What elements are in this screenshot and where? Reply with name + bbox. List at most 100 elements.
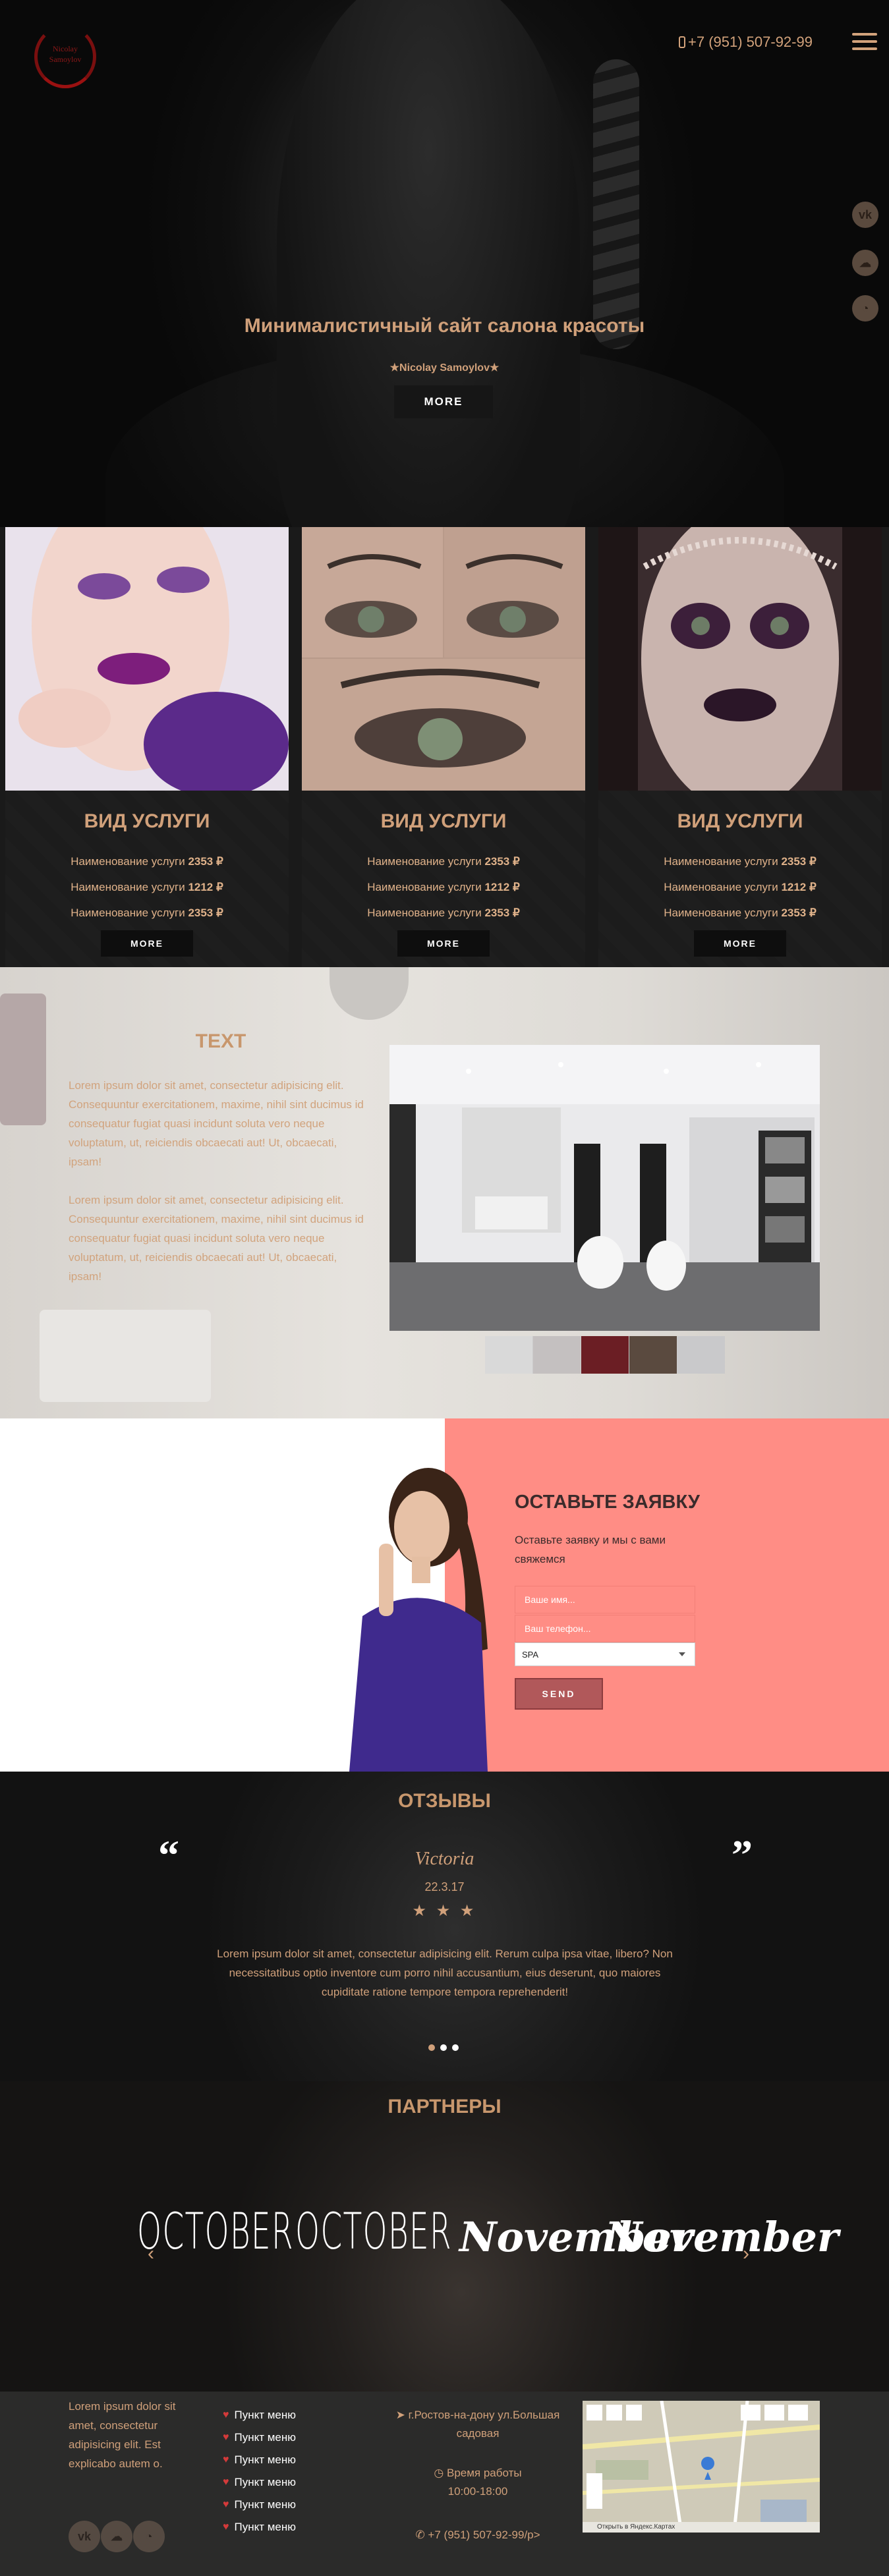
service-row: Наименование услуги 2353 ₽ (367, 855, 520, 868)
service-row: Наименование услуги 1212 ₽ (367, 881, 520, 893)
salon-interior-image[interactable] (389, 1045, 820, 1331)
gallery-thumbnail[interactable] (485, 1336, 533, 1374)
request-title: ОСТАВЬТЕ ЗАЯВКУ (515, 1492, 700, 1513)
background-blur (0, 994, 46, 1125)
pagination-dot[interactable] (440, 2044, 447, 2051)
soundcloud-icon[interactable]: ☁ (101, 2521, 132, 2552)
footer-hours: 10:00-18:00 (447, 2485, 508, 2498)
review-text: Lorem ipsum dolor sit amet, consectetur … (217, 1947, 673, 1998)
footer-menu-item[interactable]: ♥ Пункт меню (223, 2409, 296, 2422)
about-paragraph: Lorem ipsum dolor sit amet, consectetur … (69, 1194, 364, 1283)
reviewer-name: Victoria (415, 1849, 474, 1869)
heart-icon: ♥ (223, 2454, 229, 2465)
hero-section: Nicolay Samoylov +7 (951) 507-92-99 vk ☁… (0, 0, 889, 527)
service-card: ВИД УСЛУГИ Наименование услуги 2353 ₽ На… (302, 527, 585, 967)
service-select[interactable]: SPA (515, 1642, 695, 1666)
clock-icon: ◷ (434, 2467, 444, 2479)
hero-model-image (277, 0, 580, 527)
footer-menu-item[interactable]: ♥ Пункт меню (223, 2431, 296, 2444)
footer-menu-item[interactable]: ♥ Пункт меню (223, 2476, 296, 2489)
service-card: ВИД УСЛУГИ Наименование услуги 2353 ₽ На… (5, 527, 289, 967)
heart-icon: ♥ (223, 2499, 229, 2510)
header-phone[interactable]: +7 (951) 507-92-99 (679, 34, 813, 51)
woman-shush-image (349, 1468, 488, 1772)
hamburger-icon[interactable] (852, 33, 877, 50)
service-title: ВИД УСЛУГИ (84, 810, 210, 832)
heart-icon: ♥ (223, 2409, 229, 2421)
github-icon[interactable]: ◔ (133, 2521, 165, 2552)
hero-more-button[interactable]: MORE (394, 385, 493, 418)
chevron-down-icon (679, 1652, 685, 1656)
partners-section: ПАРТНЕРЫ OCTOBER OCTOBER November Novemb… (0, 2081, 889, 2392)
service-more-button[interactable]: MORE (397, 930, 490, 957)
service-row: Наименование услуги 1212 ₽ (664, 881, 817, 893)
reviews-title: ОТЗЫВЫ (398, 1790, 491, 1812)
service-image-eyes (302, 527, 585, 791)
phone-icon: ✆ (415, 2529, 425, 2541)
footer-menu-item[interactable]: ♥ Пункт меню (223, 2521, 296, 2534)
footer-menu-item[interactable]: ♥ Пункт меню (223, 2498, 296, 2511)
gallery-thumbnails (485, 1336, 725, 1374)
footer-text: Lorem ipsum dolor sit amet, consectetur … (69, 2400, 176, 2470)
service-title: ВИД УСЛУГИ (677, 810, 803, 832)
heart-icon: ♥ (223, 2477, 229, 2488)
request-section: ОСТАВЬТЕ ЗАЯВКУ Оставьте заявку и мы с в… (0, 1418, 889, 1772)
map-widget[interactable]: Открыть в Яндекс.Картах (583, 2401, 820, 2533)
partners-title: ПАРТНЕРЫ (387, 2096, 502, 2117)
service-select-value: SPA (522, 1649, 539, 1660)
name-input[interactable] (515, 1586, 695, 1613)
hero-author: ★Nicolay Samoylov★ (389, 362, 500, 374)
services-section: ВИД УСЛУГИ Наименование услуги 2353 ₽ На… (0, 527, 889, 967)
map-open-link[interactable]: Открыть в Яндекс.Картах (597, 2523, 675, 2531)
service-row: Наименование услуги 1212 ₽ (71, 881, 223, 893)
review-stars: ★ ★ ★ (412, 1902, 477, 1920)
service-title: ВИД УСЛУГИ (380, 810, 507, 832)
gallery-thumbnail[interactable] (677, 1336, 725, 1374)
reviews-section: ОТЗЫВЫ “ ” Victoria 22.3.17 ★ ★ ★ Lorem … (0, 1772, 889, 2081)
about-title: TEXT (195, 1030, 246, 1052)
gallery-thumbnail[interactable] (629, 1336, 677, 1374)
footer: Lorem ipsum dolor sit amet, consectetur … (0, 2392, 889, 2576)
vk-icon[interactable]: vk (69, 2521, 100, 2552)
carousel-prev-icon[interactable]: ‹ (148, 2243, 154, 2265)
about-paragraph: Lorem ipsum dolor sit amet, consectetur … (69, 1079, 364, 1168)
footer-menu-item[interactable]: ♥ Пункт меню (223, 2453, 296, 2467)
pagination-dot[interactable] (428, 2044, 435, 2051)
heart-icon: ♥ (223, 2432, 229, 2443)
service-image-lips (5, 527, 289, 791)
send-button[interactable]: SEND (515, 1678, 603, 1710)
partner-logo-october[interactable]: OCTOBER (137, 2202, 294, 2261)
vk-icon[interactable]: vk (852, 202, 878, 228)
footer-phone[interactable]: ✆ +7 (951) 507-92-99/p> (395, 2526, 560, 2544)
service-more-button[interactable]: MORE (694, 930, 786, 957)
service-more-button[interactable]: MORE (101, 930, 193, 957)
pagination-dot[interactable] (452, 2044, 459, 2051)
service-row: Наименование услуги 2353 ₽ (367, 907, 520, 919)
hero-model-braid (593, 59, 639, 349)
logo-text: Nicolay Samoylov (49, 44, 82, 64)
background-chair (40, 1310, 211, 1402)
location-arrow-icon: ➤ (395, 2409, 405, 2421)
service-row: Наименование услуги 2353 ₽ (664, 855, 817, 868)
phone-input[interactable] (515, 1615, 695, 1642)
soundcloud-icon[interactable]: ☁ (852, 250, 878, 276)
footer-address: ➤ г.Ростов-на-дону ул.Большая садовая (395, 2409, 560, 2440)
partner-logo-november[interactable]: November (605, 2208, 839, 2267)
service-row: Наименование услуги 2353 ₽ (71, 907, 223, 919)
review-pagination (428, 2044, 459, 2051)
service-row: Наименование услуги 2353 ₽ (664, 907, 817, 919)
logo[interactable]: Nicolay Samoylov (29, 25, 101, 88)
service-row: Наименование услуги 2353 ₽ (71, 855, 223, 868)
hero-title: Минималистичный сайт салона красоты (244, 315, 645, 337)
carousel-next-icon[interactable]: › (743, 2243, 749, 2265)
background-lamp (330, 967, 409, 1020)
gallery-thumbnail[interactable] (581, 1336, 629, 1374)
about-section: TEXT Lorem ipsum dolor sit amet, consect… (0, 967, 889, 1418)
review-date: 22.3.17 (424, 1880, 465, 1893)
gallery-thumbnail[interactable] (533, 1336, 581, 1374)
footer-hours-label: ◷ Время работы (434, 2467, 522, 2479)
request-subtitle: Оставьте заявку и мы с вами свяжемся (515, 1534, 666, 1565)
partner-logo-october[interactable]: OCTOBER (295, 2202, 452, 2261)
header-phone-number[interactable]: +7 (951) 507-92-99 (688, 34, 813, 51)
service-image-sugar-skull (598, 527, 882, 791)
